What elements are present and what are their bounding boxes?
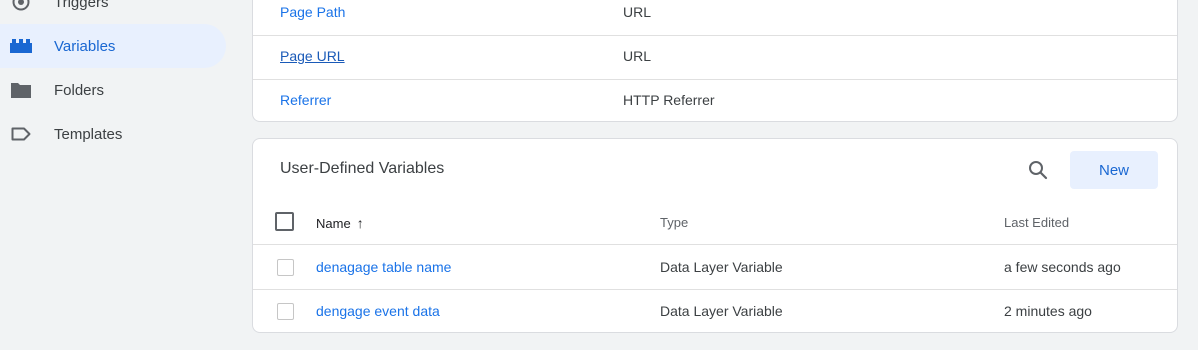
table-row: dengage event data Data Layer Variable 2… bbox=[253, 289, 1177, 332]
variables-icon bbox=[10, 35, 32, 57]
last-edited: 2 minutes ago bbox=[1004, 303, 1092, 319]
section-title: User-Defined Variables bbox=[280, 160, 445, 177]
variable-name-link[interactable]: Page URL bbox=[280, 48, 345, 64]
table-header: Name ↑ Type Last Edited bbox=[253, 201, 1177, 245]
sidebar-item-label: Variables bbox=[54, 37, 116, 55]
column-header-name[interactable]: Name ↑ bbox=[316, 215, 364, 231]
variable-name-link[interactable]: Page Path bbox=[280, 4, 345, 20]
search-icon bbox=[1029, 161, 1048, 180]
user-defined-variables-card: User-Defined Variables New Name ↑ Type L… bbox=[252, 138, 1178, 333]
variable-name-link[interactable]: Referrer bbox=[280, 92, 331, 108]
sidebar-item-label: Triggers bbox=[54, 0, 109, 11]
last-edited: a few seconds ago bbox=[1004, 259, 1121, 275]
sidebar-item-triggers[interactable]: Triggers bbox=[0, 0, 226, 24]
variable-type: URL bbox=[623, 48, 652, 64]
sidebar: Triggers Variables Folders Templates bbox=[0, 0, 236, 350]
trigger-icon bbox=[10, 0, 32, 13]
row-checkbox[interactable] bbox=[277, 259, 294, 276]
select-all-checkbox[interactable] bbox=[275, 212, 294, 231]
sidebar-item-templates[interactable]: Templates bbox=[0, 112, 226, 156]
variable-name-link[interactable]: dengage event data bbox=[316, 303, 440, 319]
column-header-type[interactable]: Type bbox=[660, 215, 688, 230]
sidebar-item-variables[interactable]: Variables bbox=[0, 24, 226, 68]
table-row: denagage table name Data Layer Variable … bbox=[253, 245, 1177, 290]
table-row: Page URL URL bbox=[253, 35, 1177, 80]
sidebar-item-label: Folders bbox=[54, 81, 105, 99]
variable-type: Data Layer Variable bbox=[660, 303, 783, 319]
sidebar-item-folders[interactable]: Folders bbox=[0, 68, 226, 112]
sidebar-item-label: Templates bbox=[54, 125, 123, 143]
template-icon bbox=[10, 123, 32, 145]
table-row: Page Path URL bbox=[253, 0, 1177, 36]
row-checkbox[interactable] bbox=[277, 303, 294, 320]
table-row: Referrer HTTP Referrer bbox=[253, 79, 1177, 121]
column-header-label: Name bbox=[316, 215, 351, 231]
variable-type: HTTP Referrer bbox=[623, 92, 715, 108]
column-header-last-edited[interactable]: Last Edited bbox=[1004, 215, 1069, 230]
sort-arrow-icon: ↑ bbox=[356, 215, 364, 231]
search-button[interactable] bbox=[1024, 156, 1052, 184]
variable-type: URL bbox=[623, 4, 652, 20]
folder-icon bbox=[10, 79, 32, 101]
built-in-variables-card: Page Path URL Page URL URL Referrer HTTP… bbox=[252, 0, 1178, 122]
variable-type: Data Layer Variable bbox=[660, 259, 783, 275]
new-variable-button[interactable]: New bbox=[1070, 151, 1158, 189]
variable-name-link[interactable]: denagage table name bbox=[316, 259, 451, 275]
